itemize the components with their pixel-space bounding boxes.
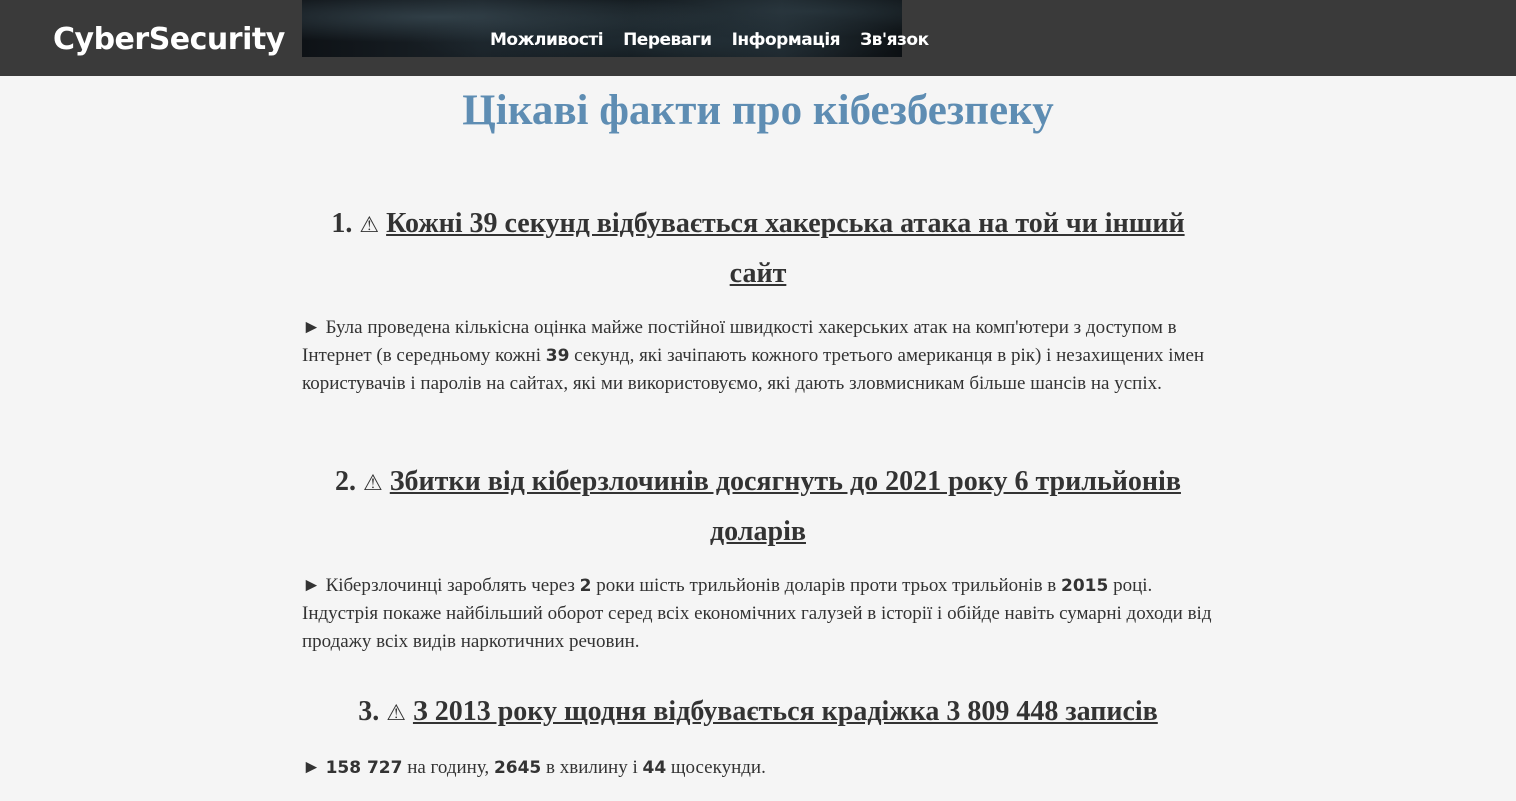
fact-heading: 2. ⚠ Збитки від кіберзлочинів досягнуть … [302, 458, 1214, 556]
fact-item: 2. ⚠ Збитки від кіберзлочинів досягнуть … [302, 458, 1214, 656]
fact-text-segment: на годину, [402, 757, 494, 778]
fact-heading: 1. ⚠ Кожні 39 секунд відбувається хакерс… [302, 200, 1214, 298]
page-title: Цікаві факти про кібезбезпеку [462, 87, 1054, 134]
fact-text-segment: роки шість трильйонів доларів проти трьо… [591, 575, 1062, 596]
fact-number: 1. [331, 208, 353, 239]
fact-text-segment: щосекунди. [666, 757, 766, 778]
fact-description: ► 158 727 на годину, 2645 в хвилину і 44… [302, 754, 1214, 782]
fact-number: 3. [358, 696, 380, 727]
fact-number-highlight: 2015 [1061, 576, 1109, 596]
fact-description: ► Була проведена кількісна оцінка майже … [302, 314, 1214, 398]
nav-link-features[interactable]: Можливості [490, 30, 604, 50]
nav-link-advantages[interactable]: Переваги [623, 30, 712, 50]
warning-icon: ⚠ [386, 701, 406, 726]
warning-icon: ⚠ [363, 471, 383, 496]
warning-icon: ⚠ [359, 213, 380, 238]
top-header: CyberSecurity Можливості Переваги Інформ… [0, 0, 1516, 76]
fact-item: 3. ⚠ З 2013 року щодня відбувається крад… [302, 688, 1214, 782]
bullet-arrow-icon: ► [302, 757, 321, 778]
fact-number-highlight: 2645 [493, 758, 542, 778]
fact-number-highlight: 44 [642, 758, 667, 778]
nav-link-contact[interactable]: Зв'язок [860, 30, 929, 50]
fact-title-link[interactable]: З 2013 року щодня відбувається крадіжка … [413, 696, 1158, 727]
nav-link-information[interactable]: Інформація [732, 30, 841, 50]
fact-number-highlight: 158 727 [325, 758, 403, 778]
fact-heading: 3. ⚠ З 2013 року щодня відбувається крад… [302, 688, 1214, 738]
fact-text-segment: Кіберзлочинці зароблять через [325, 575, 580, 596]
fact-number-highlight: 39 [545, 346, 570, 366]
fact-title-link[interactable]: Збитки від кіберзлочинів досягнуть до 20… [390, 466, 1181, 547]
bullet-arrow-icon: ► [302, 575, 321, 596]
site-logo[interactable]: CyberSecurity [53, 22, 285, 57]
fact-item: 1. ⚠ Кожні 39 секунд відбувається хакерс… [302, 200, 1214, 398]
fact-number: 2. [335, 466, 357, 497]
bullet-arrow-icon: ► [302, 317, 321, 338]
fact-text-segment: в хвилину і [541, 757, 643, 778]
fact-number-highlight: 2 [579, 576, 592, 596]
fact-description: ► Кіберзлочинці зароблять через 2 роки ш… [302, 572, 1214, 656]
fact-title-link[interactable]: Кожні 39 секунд відбувається хакерська а… [386, 208, 1185, 289]
main-nav: Можливості Переваги Інформація Зв'язок [490, 30, 929, 50]
